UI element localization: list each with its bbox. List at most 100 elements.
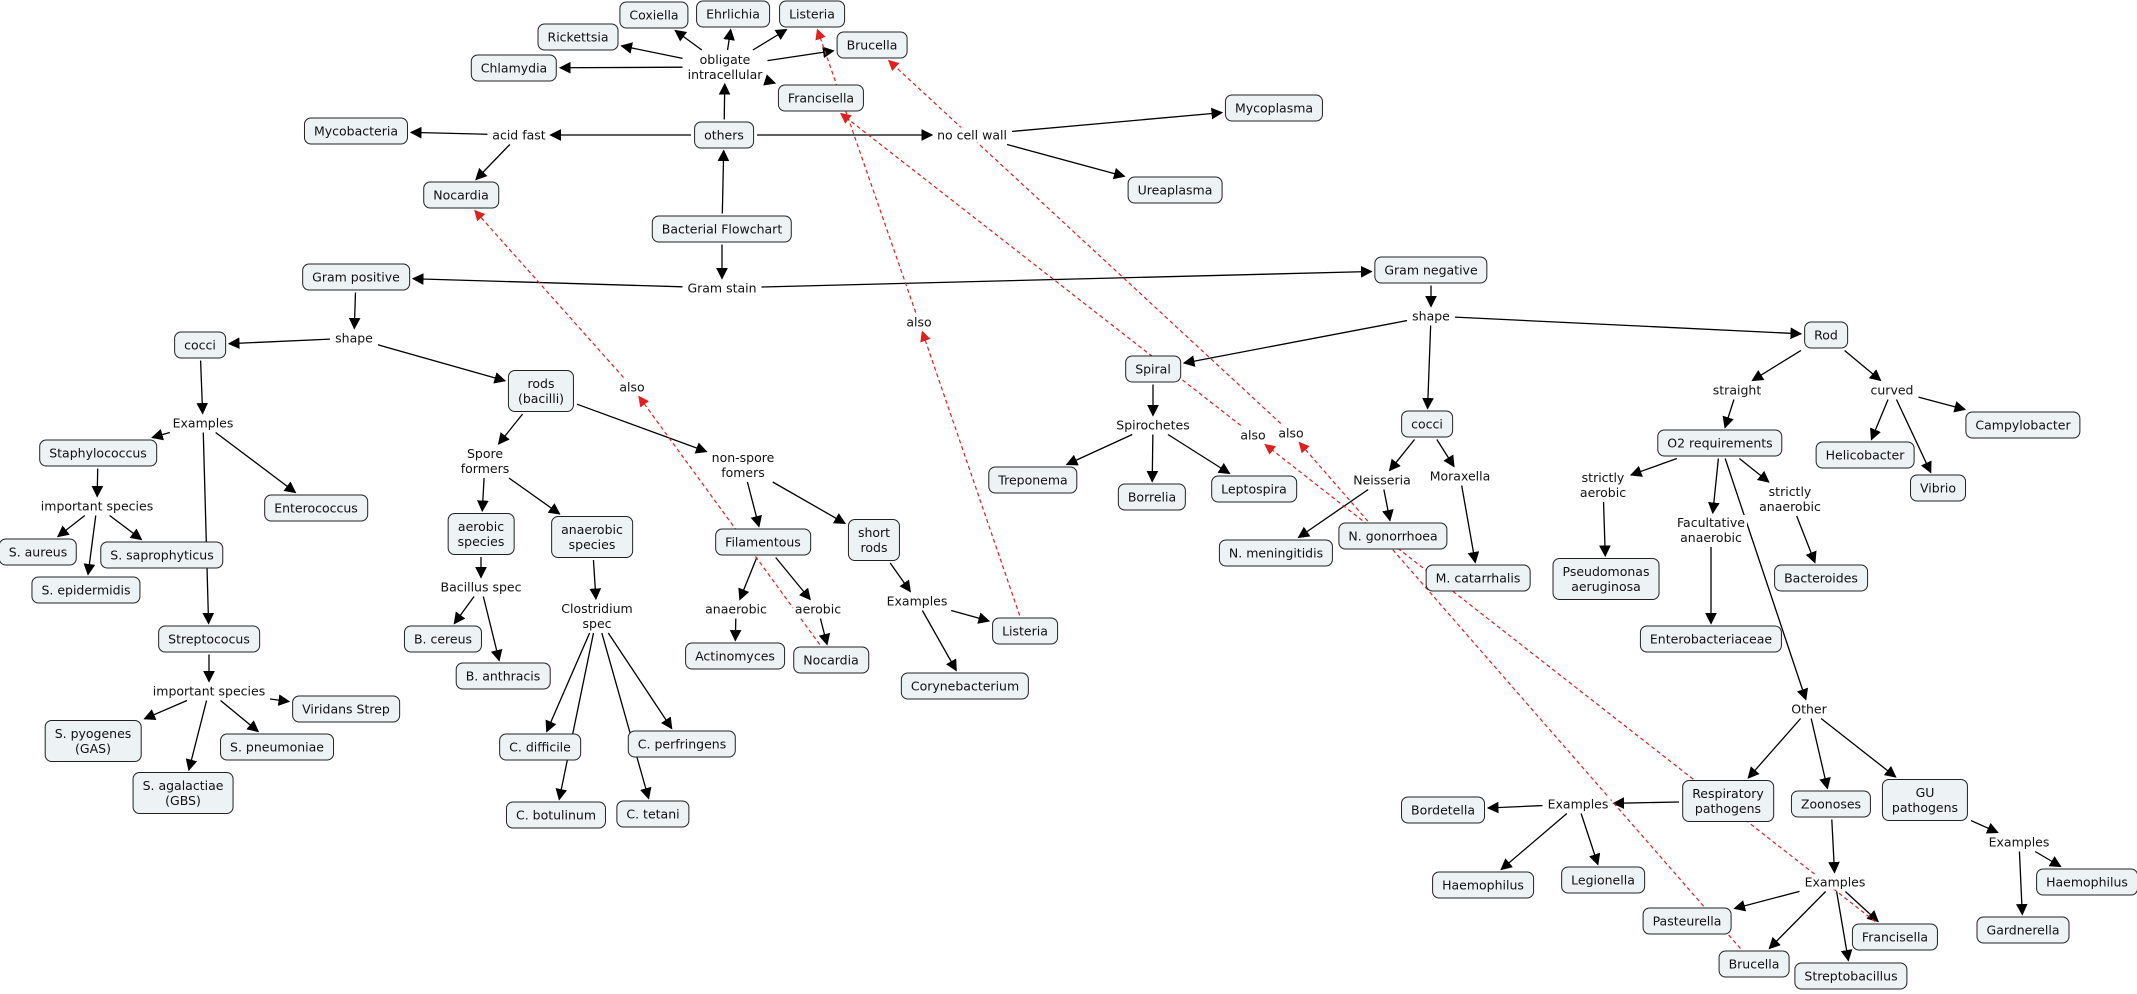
concept-node-ctet[interactable]: C. tetani bbox=[616, 800, 690, 828]
link-label-examples-r1: Examples bbox=[1545, 796, 1611, 812]
edge-grampos-to-shape_l bbox=[348, 292, 361, 330]
concept-node-spiral[interactable]: Spiral bbox=[1125, 355, 1181, 383]
edge-cocci_l-to-examples_l bbox=[196, 360, 209, 415]
concept-node-filament[interactable]: Filamentous bbox=[715, 528, 811, 556]
concept-node-nmen[interactable]: N. meningitidis bbox=[1218, 539, 1334, 567]
concept-node-pseudo[interactable]: Pseudomonas aeruginosa bbox=[1552, 558, 1660, 600]
concept-node-others[interactable]: others bbox=[694, 121, 754, 149]
concept-node-rickettsia[interactable]: Rickettsia bbox=[537, 23, 619, 51]
edge-examples_l-to-entero bbox=[215, 431, 297, 494]
concept-node-rod[interactable]: Rod bbox=[1804, 321, 1848, 349]
concept-node-haemo2[interactable]: Haemophilus bbox=[2036, 868, 2137, 896]
edge-curved-to-campy bbox=[1918, 396, 1967, 413]
concept-node-brucella-bot[interactable]: Brucella bbox=[1718, 950, 1790, 978]
edge-gramstain-to-gramneg bbox=[761, 265, 1373, 288]
concept-node-pasteur[interactable]: Pasteurella bbox=[1642, 907, 1732, 935]
concept-node-mycoplasma[interactable]: Mycoplasma bbox=[1224, 94, 1324, 122]
link-label-shape-r: shape bbox=[1410, 308, 1452, 324]
edge-impsp1-to-saureus bbox=[56, 514, 86, 538]
concept-node-helico[interactable]: Helicobacter bbox=[1815, 441, 1915, 469]
concept-node-spneu[interactable]: S. pneumoniae bbox=[220, 733, 334, 761]
edge-staph-to-impsp1 bbox=[91, 468, 104, 498]
concept-node-ehrlichia[interactable]: Ehrlichia bbox=[696, 0, 770, 28]
concept-node-rods[interactable]: rods (bacilli) bbox=[507, 370, 575, 412]
edge-cocci_r-to-moraxella bbox=[1436, 439, 1455, 468]
link-label-strictana: strictly anaerobic bbox=[1757, 484, 1823, 514]
concept-node-enterobac[interactable]: Enterobacteriaceae bbox=[1639, 625, 1783, 653]
concept-node-bordetella[interactable]: Bordetella bbox=[1401, 796, 1485, 824]
edge-obligate-to-ehrlichia bbox=[723, 28, 735, 51]
concept-node-spyo[interactable]: S. pyogenes (GAS) bbox=[44, 720, 142, 762]
concept-node-cbot[interactable]: C. botulinum bbox=[505, 801, 607, 829]
concept-node-legion[interactable]: Legionella bbox=[1561, 866, 1645, 894]
concept-node-bcereus[interactable]: B. cereus bbox=[403, 625, 483, 653]
concept-node-actino[interactable]: Actinomyces bbox=[685, 642, 785, 670]
edge-impsp1-to-sepi bbox=[83, 515, 97, 576]
link-label-examples-l: Examples bbox=[170, 415, 236, 431]
concept-node-entero[interactable]: Enterococcus bbox=[264, 494, 368, 522]
concept-node-cocci-l[interactable]: cocci bbox=[174, 331, 226, 359]
concept-node-saureus[interactable]: S. aureus bbox=[0, 538, 78, 566]
concept-node-nocardia-top[interactable]: Nocardia bbox=[423, 181, 499, 209]
concept-node-cocci-r[interactable]: cocci bbox=[1401, 410, 1453, 438]
edge-examples_r1-to-bordetella bbox=[1486, 801, 1543, 814]
concept-node-vibrio[interactable]: Vibrio bbox=[1910, 474, 1966, 502]
concept-node-mcat[interactable]: M. catarrhalis bbox=[1425, 564, 1531, 592]
concept-node-ureaplasma[interactable]: Ureaplasma bbox=[1127, 176, 1223, 204]
concept-node-strep[interactable]: Streptococus bbox=[158, 625, 260, 653]
concept-node-borrelia[interactable]: Borrelia bbox=[1117, 483, 1187, 511]
concept-node-grampos[interactable]: Gram positive bbox=[302, 263, 410, 291]
concept-node-root[interactable]: Bacterial Flowchart bbox=[651, 215, 793, 243]
link-label-strictaer: strictly aerobic bbox=[1577, 470, 1629, 500]
edge-other-to-gu bbox=[1820, 717, 1897, 778]
concept-node-ngon[interactable]: N. gonorrhoea bbox=[1338, 522, 1448, 550]
concept-node-listeria-top[interactable]: Listeria bbox=[779, 0, 845, 28]
link-label-spore: Spore formers bbox=[458, 446, 512, 476]
concept-node-shortrods[interactable]: short rods bbox=[847, 519, 901, 561]
concept-node-francisella-bot[interactable]: Francisella bbox=[1851, 923, 1939, 951]
concept-node-cperf[interactable]: C. perfringens bbox=[627, 730, 737, 758]
concept-node-coxiella[interactable]: Coxiella bbox=[619, 1, 689, 29]
concept-node-zoon[interactable]: Zoonoses bbox=[1790, 790, 1872, 818]
edge-shape_l-to-cocci_l bbox=[227, 337, 331, 350]
concept-node-listeria-bot[interactable]: Listeria bbox=[992, 617, 1058, 645]
concept-node-nocardia-bot[interactable]: Nocardia bbox=[793, 646, 869, 674]
concept-node-staph[interactable]: Staphylococcus bbox=[39, 439, 157, 467]
concept-node-haemo1[interactable]: Haemophilus bbox=[1432, 871, 1534, 899]
cross-link-also4-to-brucella_top bbox=[887, 59, 1282, 424]
link-label-also2: also bbox=[904, 314, 934, 330]
concept-node-resp[interactable]: Respiratory pathogens bbox=[1682, 780, 1774, 822]
concept-node-gu[interactable]: GU pathogens bbox=[1881, 779, 1969, 821]
concept-node-streptobac[interactable]: Streptobacillus bbox=[1794, 962, 1908, 990]
edge-other-to-resp bbox=[1747, 718, 1802, 779]
concept-node-viridans[interactable]: Viridans Strep bbox=[292, 695, 400, 723]
edge-examples_r3-to-gardner bbox=[2015, 851, 2028, 916]
concept-node-gramneg[interactable]: Gram negative bbox=[1374, 256, 1488, 284]
link-label-neisseria: Neisseria bbox=[1351, 472, 1413, 488]
concept-node-sagal[interactable]: S. agalactiae (GBS) bbox=[132, 772, 234, 814]
edge-spiro-to-trepo bbox=[1065, 433, 1133, 466]
edge-straight-to-o2 bbox=[1722, 399, 1735, 429]
concept-node-ssapro[interactable]: S. saprophyticus bbox=[100, 541, 224, 569]
edge-filament-to-aerobic_f bbox=[775, 557, 811, 601]
concept-node-cdiff[interactable]: C. difficile bbox=[499, 733, 581, 761]
concept-node-coryne[interactable]: Corynebacterium bbox=[900, 672, 1030, 700]
concept-node-aerobicsp[interactable]: aerobic species bbox=[447, 513, 515, 555]
concept-node-chlamydia[interactable]: Chlamydia bbox=[470, 54, 558, 82]
edge-aerobic_f-to-nocardia_bot bbox=[818, 618, 831, 646]
edge-examples_m-to-coryne bbox=[921, 610, 957, 672]
concept-node-lepto[interactable]: Leptospira bbox=[1211, 475, 1297, 503]
concept-node-sepi[interactable]: S. epidermidis bbox=[31, 576, 141, 604]
concept-node-gardner[interactable]: Gardnerella bbox=[1976, 916, 2070, 944]
concept-node-campy[interactable]: Campylobacter bbox=[1965, 411, 2081, 439]
concept-node-o2[interactable]: O2 requirements bbox=[1657, 429, 1783, 457]
edge-o2-to-strictaer bbox=[1629, 457, 1678, 477]
concept-node-brucella-top[interactable]: Brucella bbox=[836, 31, 908, 59]
concept-node-banthracis[interactable]: B. anthracis bbox=[455, 662, 551, 690]
concept-node-mycobacteria[interactable]: Mycobacteria bbox=[303, 117, 409, 145]
edge-gu-to-examples_r3 bbox=[1970, 819, 1999, 834]
concept-node-francisella-top[interactable]: Francisella bbox=[777, 84, 865, 112]
concept-node-trepo[interactable]: Treponema bbox=[988, 466, 1078, 494]
concept-node-anaerobicsp[interactable]: anaerobic species bbox=[551, 516, 633, 558]
concept-node-bactero[interactable]: Bacteroides bbox=[1774, 564, 1868, 592]
